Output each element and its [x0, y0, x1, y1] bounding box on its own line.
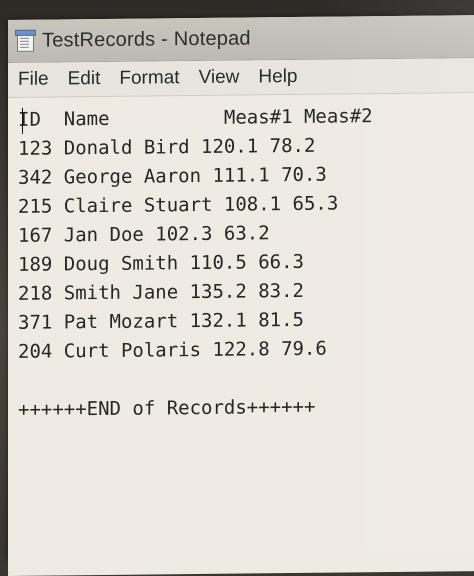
text-editor-area[interactable]: ID Name Meas#1 Meas#2 123 Donald Bird 12…	[8, 93, 474, 576]
record-line: 342 George Aaron 111.1 70.3	[18, 163, 327, 189]
record-line: 218 Smith Jane 135.2 83.2	[18, 279, 304, 305]
menu-bar: File Edit Format View Help	[8, 58, 474, 98]
record-line: 167 Jan Doe 102.3 63.2	[18, 222, 270, 247]
header-line: ID Name Meas#1 Meas#2	[18, 105, 373, 131]
menu-help[interactable]: Help	[258, 66, 297, 88]
notepad-window: TestRecords - Notepad File Edit Format V…	[8, 15, 474, 576]
record-line: 123 Donald Bird 120.1 78.2	[18, 134, 316, 160]
notepad-icon	[14, 29, 36, 52]
menu-edit[interactable]: Edit	[68, 68, 101, 90]
menu-view[interactable]: View	[199, 67, 240, 89]
title-bar: TestRecords - Notepad	[8, 15, 474, 63]
record-line: 189 Doug Smith 110.5 66.3	[18, 250, 304, 276]
text-caret	[22, 107, 23, 134]
record-line: 371 Pat Mozart 132.1 81.5	[18, 308, 304, 334]
menu-format[interactable]: Format	[119, 67, 179, 90]
record-line: 215 Claire Stuart 108.1 65.3	[18, 192, 339, 218]
record-line: 204 Curt Polaris 122.8 79.6	[18, 337, 327, 363]
menu-file[interactable]: File	[18, 69, 49, 91]
footer-line: ++++++END of Records++++++	[18, 395, 316, 421]
window-title: TestRecords - Notepad	[42, 26, 251, 52]
